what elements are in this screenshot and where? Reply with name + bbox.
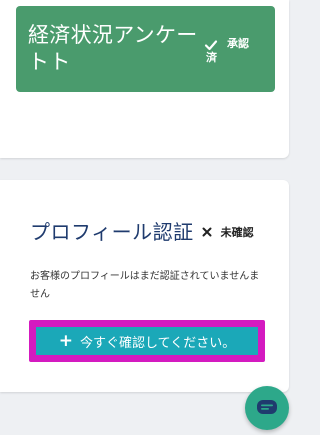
verify-now-button[interactable]: + 今すぐ確認してください。 bbox=[36, 327, 258, 355]
survey-status-banner[interactable]: 経済状況アンケートト 済 承認 bbox=[16, 6, 275, 92]
survey-status-text-b: 承認 bbox=[227, 37, 249, 50]
verify-now-label: 今すぐ確認してください。 bbox=[80, 335, 236, 351]
profile-verification-card: プロフィール認証 未確認 お客様のプロフィールはまだ認証されていませんません +… bbox=[0, 180, 289, 392]
profile-title: プロフィール認証 bbox=[30, 220, 194, 244]
close-icon bbox=[202, 227, 212, 236]
chat-button[interactable] bbox=[245, 386, 289, 430]
cta-highlight-frame: + 今すぐ確認してください。 bbox=[29, 320, 265, 362]
profile-description: お客様のプロフィールはまだ認証されていませんません bbox=[30, 271, 260, 300]
survey-status: 済 承認 bbox=[204, 36, 249, 66]
chat-icon bbox=[257, 400, 277, 414]
survey-title-tail: ト bbox=[49, 50, 71, 74]
survey-card: 経済状況アンケートト 済 承認 bbox=[0, 0, 289, 158]
survey-status-text-a: 済 bbox=[206, 51, 217, 64]
profile-card-header: プロフィール認証 未確認 bbox=[30, 216, 254, 245]
plus-icon: + bbox=[58, 330, 73, 351]
profile-status-badge: 未確認 bbox=[220, 225, 254, 239]
survey-title: 経済状況アンケートト bbox=[28, 22, 198, 76]
